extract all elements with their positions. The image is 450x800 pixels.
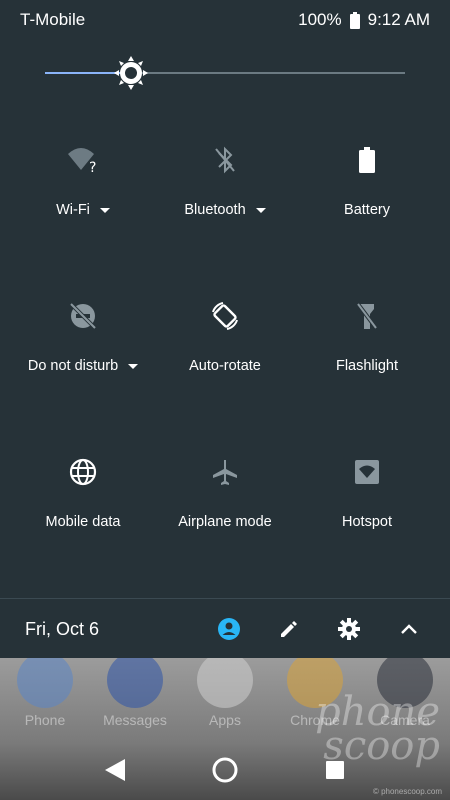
tile-hotspot[interactable]: Hotspot [296, 442, 438, 598]
tile-label: Battery [344, 202, 390, 218]
wifi-question-icon: ? [67, 144, 99, 176]
bluetooth-off-icon [209, 144, 241, 176]
tile-flashlight[interactable]: Flashlight [296, 286, 438, 442]
tile-label: Bluetooth [184, 202, 246, 218]
tile-do-not-disturb[interactable]: Do not disturb [12, 286, 154, 442]
app-icon [107, 658, 163, 708]
back-button[interactable] [98, 753, 132, 787]
tile-auto-rotate[interactable]: Auto-rotate [154, 286, 296, 442]
clock: 9:12 AM [367, 10, 430, 29]
battery-status-icon [349, 11, 360, 29]
brightness-thumb-icon[interactable] [114, 56, 149, 90]
flashlight-off-icon [351, 300, 383, 332]
home-button[interactable] [208, 753, 242, 787]
battery-icon [351, 144, 383, 176]
dock-app-messages[interactable]: Messages [95, 658, 175, 738]
recents-button[interactable] [318, 753, 352, 787]
chevron-down-icon[interactable] [255, 207, 266, 213]
footer-icons [214, 614, 424, 644]
tile-label: Do not disturb [27, 358, 119, 374]
tile-label: Wi-Fi [56, 202, 90, 218]
tile-bluetooth[interactable]: Bluetooth [154, 130, 296, 286]
dnd-off-icon [67, 300, 99, 332]
settings-icon[interactable] [334, 614, 364, 644]
dock-app-apps[interactable]: Apps [185, 658, 265, 738]
app-label: Phone [24, 712, 66, 728]
brightness-slider[interactable] [45, 56, 405, 90]
tile-label: Mobile data [45, 514, 121, 530]
recents-icon [326, 761, 344, 779]
tile-label: Auto-rotate [189, 358, 261, 374]
chevron-down-icon[interactable] [128, 363, 139, 369]
status-right: 100% 9:12 AM [298, 10, 430, 30]
carrier-label: T-Mobile [20, 10, 86, 29]
app-label: Messages [103, 712, 167, 728]
app-label: Apps [209, 712, 241, 728]
tile-mobile-data[interactable]: Mobile data [12, 442, 154, 598]
dock-app-phone[interactable]: Phone [5, 658, 85, 738]
battery-percent: 100% [298, 10, 342, 29]
tile-airplane-mode[interactable]: Airplane mode [154, 442, 296, 598]
svg-text:?: ? [89, 160, 96, 174]
quick-settings-footer: Fri, Oct 6 [0, 598, 450, 659]
globe-icon [67, 456, 99, 488]
hotspot-icon [351, 456, 383, 488]
airplane-icon [209, 456, 241, 488]
app-icon [17, 658, 73, 708]
status-bar: T-Mobile 100% 9:12 AM [0, 0, 450, 40]
date-label: Fri, Oct 6 [25, 618, 100, 639]
tile-battery[interactable]: Battery [296, 130, 438, 286]
navigation-bar [0, 740, 450, 800]
auto-rotate-icon [209, 300, 241, 332]
quick-settings-tiles: ? Wi-Fi Bluetooth Battery Do not disturb… [12, 130, 438, 590]
tile-label: Flashlight [335, 358, 399, 374]
app-icon [197, 658, 253, 708]
user-icon[interactable] [214, 614, 244, 644]
tile-label: Hotspot [342, 514, 392, 530]
collapse-icon[interactable] [394, 614, 424, 644]
chevron-down-icon[interactable] [99, 207, 110, 213]
edit-icon[interactable] [274, 614, 304, 644]
tile-wifi[interactable]: ? Wi-Fi [12, 130, 154, 286]
back-icon [105, 759, 125, 781]
tile-label: Airplane mode [178, 514, 272, 530]
home-icon [212, 757, 238, 783]
